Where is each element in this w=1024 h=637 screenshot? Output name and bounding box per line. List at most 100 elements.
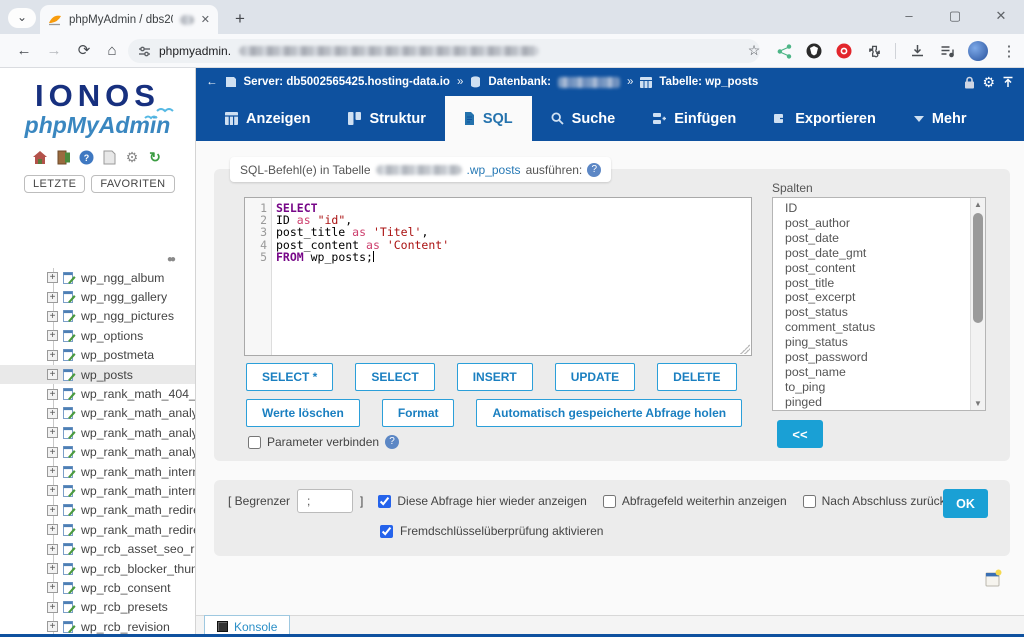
site-info-icon[interactable] [138, 45, 151, 58]
new-window-icon[interactable] [985, 569, 1002, 588]
update-button[interactable]: UPDATE [555, 363, 635, 391]
tab-close-icon[interactable]: ✕ [201, 13, 210, 26]
breadcrumb-table[interactable]: Tabelle: wp_posts [659, 76, 758, 88]
sidebar-table-wp_rank_math_analytics_[interactable]: +wp_rank_math_analytics_ [0, 404, 195, 423]
column-option-pinged[interactable]: pinged [773, 395, 985, 410]
insert-button[interactable]: INSERT [457, 363, 533, 391]
expand-plus-icon[interactable]: + [47, 466, 58, 477]
column-option-post_author[interactable]: post_author [773, 216, 985, 231]
sidebar-table-wp_rcb_blocker_thumbna[interactable]: +wp_rcb_blocker_thumbna [0, 559, 195, 578]
column-option-post_excerpt[interactable]: post_excerpt [773, 290, 985, 305]
settings-gear-icon[interactable]: ⚙ [124, 149, 141, 166]
option-checkbox-label[interactable]: Abfragefeld weiterhin anzeigen [622, 494, 787, 508]
sidebar-table-wp_rank_math_analytics_[interactable]: +wp_rank_math_analytics_ [0, 423, 195, 442]
address-bar[interactable]: phpmyadmin. [128, 39, 760, 63]
column-option-post_date[interactable]: post_date [773, 231, 985, 246]
extension-blocker-icon[interactable] [835, 42, 853, 60]
expand-plus-icon[interactable]: + [47, 563, 58, 574]
sidebar-table-wp_options[interactable]: +wp_options [0, 326, 195, 345]
sidebar-table-wp_rank_math_redirectio[interactable]: +wp_rank_math_redirectio [0, 520, 195, 539]
sidebar-table-wp_ngg_pictures[interactable]: +wp_ngg_pictures [0, 307, 195, 326]
sidebar-table-wp_rank_math_internal_li[interactable]: +wp_rank_math_internal_li [0, 462, 195, 481]
column-option-post_title[interactable]: post_title [773, 276, 985, 291]
tab-einfügen[interactable]: Einfügen [634, 96, 755, 141]
column-option-comment_status[interactable]: comment_status [773, 320, 985, 335]
columns-listbox[interactable]: IDpost_authorpost_datepost_date_gmtpost_… [772, 197, 986, 411]
favorites-button[interactable]: FAVORITEN [91, 175, 174, 193]
sidebar-table-wp_rcb_consent[interactable]: +wp_rcb_consent [0, 578, 195, 597]
expand-plus-icon[interactable]: + [47, 524, 58, 535]
delimiter-input[interactable] [297, 489, 353, 513]
fk-check-checkbox[interactable] [380, 525, 393, 538]
back-button[interactable]: ← [12, 39, 36, 63]
home-button[interactable]: ⌂ [100, 39, 124, 63]
help-question-icon[interactable]: ? [385, 435, 399, 449]
scrollbar-thumb[interactable] [973, 213, 983, 323]
resize-grip[interactable] [740, 344, 750, 354]
expand-plus-icon[interactable]: + [47, 621, 58, 632]
tab-exportieren[interactable]: Exportieren [755, 96, 895, 141]
link-handle-icon[interactable]: ●● [167, 254, 173, 265]
profile-avatar[interactable] [968, 41, 988, 61]
column-option-post_status[interactable]: post_status [773, 305, 985, 320]
bind-parameters-checkbox[interactable] [248, 436, 261, 449]
expand-plus-icon[interactable]: + [47, 447, 58, 458]
bind-parameters-label[interactable]: Parameter verbinden [267, 435, 379, 449]
share-icon[interactable] [775, 42, 793, 60]
expand-plus-icon[interactable]: + [47, 292, 58, 303]
sidebar-table-wp_rcb_presets[interactable]: +wp_rcb_presets [0, 598, 195, 617]
select--button[interactable]: SELECT * [246, 363, 333, 391]
home-icon[interactable] [32, 149, 49, 166]
sidebar-table-wp_ngg_gallery[interactable]: +wp_ngg_gallery [0, 287, 195, 306]
select-button[interactable]: SELECT [355, 363, 434, 391]
reload-button[interactable]: ⟳ [72, 39, 96, 63]
collapse-columns-button[interactable]: << [777, 420, 823, 448]
forward-button[interactable]: → [42, 39, 66, 63]
minimize-button[interactable]: – [886, 0, 932, 34]
column-option-post_password[interactable]: post_password [773, 350, 985, 365]
sidebar-table-wp_rank_math_redirectio[interactable]: +wp_rank_math_redirectio [0, 501, 195, 520]
maximize-button[interactable]: ▢ [932, 0, 978, 34]
new-tab-button[interactable]: + [228, 8, 252, 32]
collapse-nav-arrow-icon[interactable]: ← [206, 76, 218, 88]
format-button[interactable]: Format [382, 399, 455, 427]
tab-search-button[interactable]: ⌄ [8, 8, 36, 28]
tab-suche[interactable]: Suche [532, 96, 635, 141]
downloads-icon[interactable] [908, 42, 926, 60]
option-checkbox-0[interactable] [378, 495, 391, 508]
page-settings-gear-icon[interactable]: ⚙ [982, 74, 995, 91]
sidebar-table-wp_rank_math_404_logs[interactable]: +wp_rank_math_404_logs [0, 384, 195, 403]
sidebar-table-wp_ngg_album[interactable]: +wp_ngg_album [0, 268, 195, 287]
sidebar-table-wp_rank_math_analytics_[interactable]: +wp_rank_math_analytics_ [0, 443, 195, 462]
expand-plus-icon[interactable]: + [47, 544, 58, 555]
column-option-ping_status[interactable]: ping_status [773, 335, 985, 350]
sidebar-table-wp_rank_math_internal_m[interactable]: +wp_rank_math_internal_m [0, 481, 195, 500]
column-option-ID[interactable]: ID [773, 201, 985, 216]
sidebar-table-wp_rcb_asset_seo_redire[interactable]: +wp_rcb_asset_seo_redire [0, 539, 195, 558]
document-icon[interactable] [101, 149, 118, 166]
expand-plus-icon[interactable]: + [47, 389, 58, 400]
help-icon[interactable]: ? [78, 149, 95, 166]
bookmark-star-icon[interactable]: ☆ [742, 39, 766, 63]
expand-plus-icon[interactable]: + [47, 408, 58, 419]
expand-plus-icon[interactable]: + [47, 272, 58, 283]
extensions-puzzle-icon[interactable] [865, 42, 883, 60]
werte-löschen-button[interactable]: Werte löschen [246, 399, 360, 427]
table-link[interactable]: .wp_posts [467, 163, 521, 177]
expand-plus-icon[interactable]: + [47, 505, 58, 516]
scroll-up-icon[interactable]: ▲ [971, 198, 985, 211]
expand-plus-icon[interactable]: + [47, 485, 58, 496]
recent-tables-button[interactable]: LETZTE [24, 175, 85, 193]
scroll-top-icon[interactable] [1002, 76, 1014, 88]
tab-struktur[interactable]: Struktur [329, 96, 444, 141]
sidebar-table-wp_postmeta[interactable]: +wp_postmeta [0, 346, 195, 365]
delete-button[interactable]: DELETE [657, 363, 736, 391]
help-question-icon[interactable]: ? [587, 163, 601, 177]
tab-mehr[interactable]: Mehr [895, 96, 986, 141]
tab-sql[interactable]: SQL [445, 96, 532, 141]
ok-button[interactable]: OK [943, 489, 988, 518]
column-option-post_content[interactable]: post_content [773, 261, 985, 276]
column-option-to_ping[interactable]: to_ping [773, 380, 985, 395]
automatisch-gespeicherte-abfrage-holen-button[interactable]: Automatisch gespeicherte Abfrage holen [476, 399, 742, 427]
breadcrumb-database-label[interactable]: Datenbank: [488, 76, 551, 88]
